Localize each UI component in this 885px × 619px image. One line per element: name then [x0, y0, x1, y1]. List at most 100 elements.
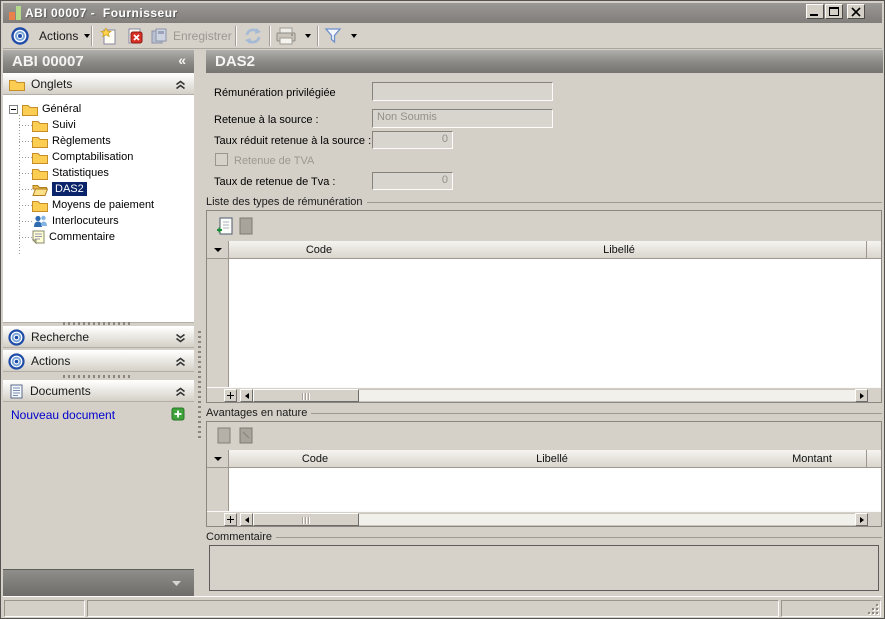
save-icon [150, 27, 168, 45]
column-header-code[interactable]: Code [265, 453, 365, 465]
section-label-actions: Actions [31, 354, 70, 368]
scroll-right-button[interactable] [855, 389, 868, 402]
minimize-button[interactable] [806, 4, 824, 19]
document-icon [10, 384, 23, 399]
add-document-button[interactable] [171, 407, 185, 421]
retenue-source-label: Retenue à la source : [214, 114, 319, 126]
actions-target-icon [11, 27, 29, 45]
scroll-left-button[interactable] [240, 389, 253, 402]
row-selector-column [207, 468, 229, 511]
grid-scroll-strip [207, 387, 881, 402]
tree-item-reglements[interactable]: Règlements [19, 133, 111, 149]
taux-reduit-input: 0 [372, 131, 453, 149]
tree-item-interlocuteurs[interactable]: Interlocuteurs [19, 213, 119, 229]
h-scrollbar-thumb[interactable] [253, 513, 359, 526]
section-header-documents[interactable]: Documents [3, 380, 194, 402]
print-button[interactable] [276, 26, 311, 46]
avantages-group-title: Avantages en nature [206, 407, 307, 419]
add-row-plus-button[interactable] [224, 513, 237, 526]
tree-item-moyens-de-paiement[interactable]: Moyens de paiement [19, 197, 154, 213]
section-header-onglets[interactable]: Onglets [3, 73, 194, 95]
row-selector-header[interactable] [207, 241, 229, 259]
scroll-left-button[interactable] [240, 513, 253, 526]
tree-item-das2[interactable]: DAS2 [19, 181, 87, 197]
tree-expander-icon[interactable] [9, 105, 18, 114]
section-header-actions[interactable]: Actions [3, 350, 194, 372]
delete-record-icon [126, 27, 144, 46]
splitter-handle[interactable] [63, 322, 133, 325]
filter-icon [324, 27, 342, 45]
retenue-source-input: Non Soumis [372, 109, 553, 128]
splitter-handle[interactable] [63, 375, 133, 378]
sidebar-overflow-bar[interactable] [3, 569, 194, 596]
toolbar-separator [91, 26, 93, 46]
section-header-recherche[interactable]: Recherche [3, 326, 194, 348]
collapse-sidebar-button[interactable]: « [178, 52, 186, 68]
tree-item-comptabilisation[interactable]: Comptabilisation [19, 149, 133, 165]
target-icon [8, 353, 25, 370]
maximize-button[interactable] [825, 4, 843, 19]
grid-scroll-strip [207, 511, 881, 526]
row-selector-header[interactable] [207, 450, 229, 468]
retenue-tva-checkbox [215, 153, 228, 166]
add-row-plus-button[interactable] [224, 389, 237, 402]
filter-button[interactable] [324, 26, 357, 46]
print-dropdown-icon[interactable] [305, 34, 311, 38]
delete-row-button-disabled [238, 427, 253, 445]
section-label-documents: Documents [30, 384, 91, 398]
status-cell-middle [87, 600, 779, 617]
add-row-button[interactable] [216, 217, 233, 236]
grid-header-row: Code Libellé Montant [229, 450, 866, 468]
folder-icon [9, 78, 25, 91]
close-button[interactable] [847, 4, 865, 19]
app-icon [8, 6, 22, 20]
delete-row-button [238, 217, 253, 236]
group-rule [311, 413, 882, 414]
save-label: Enregistrer [173, 29, 232, 43]
status-cell-left [4, 600, 85, 617]
tree-item-suivi[interactable]: Suivi [19, 117, 76, 133]
tree-item-label: Général [42, 103, 81, 115]
new-record-button[interactable] [98, 26, 120, 46]
save-button: Enregistrer [146, 26, 236, 46]
grid-body [229, 259, 881, 387]
onglets-tree: Général Suivi Règlements Comptabilisatio… [3, 95, 194, 323]
tree-item-label: Interlocuteurs [52, 215, 119, 227]
taux-reduit-label: Taux réduit retenue à la source : [214, 135, 371, 147]
tree-item-commentaire[interactable]: Commentaire [19, 229, 115, 245]
commentaire-group-title: Commentaire [206, 531, 272, 543]
retenue-tva-label: Retenue de TVA [234, 155, 314, 167]
grid-header-filler [866, 450, 881, 468]
chevron-up-double-icon [175, 357, 186, 367]
section-label-recherche: Recherche [31, 330, 89, 344]
column-header-libelle[interactable]: Libellé [502, 453, 602, 465]
people-icon [32, 214, 48, 228]
column-header-libelle[interactable]: Libellé [559, 244, 679, 256]
tree-item-statistiques[interactable]: Statistiques [19, 165, 109, 181]
printer-icon [276, 27, 296, 45]
column-header-montant[interactable]: Montant [762, 453, 862, 465]
folder-icon [22, 103, 38, 116]
note-icon [32, 230, 45, 244]
selector-dropdown-icon [214, 248, 222, 252]
remuneration-group-title: Liste des types de rémunération [206, 196, 363, 208]
h-scrollbar-thumb[interactable] [253, 389, 359, 402]
sidebar-panel-title: ABI 00007 [12, 53, 84, 70]
resize-grip[interactable] [866, 602, 878, 614]
column-header-code[interactable]: Code [269, 244, 369, 256]
row-selector-column [207, 259, 229, 387]
folder-icon [32, 199, 48, 212]
main-panel: DAS2 Rémunération privilégiée Retenue à … [206, 50, 883, 596]
chevron-up-double-icon [175, 387, 186, 397]
scroll-right-button[interactable] [855, 513, 868, 526]
delete-record-button[interactable] [124, 26, 146, 46]
folder-icon [32, 151, 48, 164]
actions-menu-button[interactable]: Actions [33, 26, 96, 46]
new-document-link[interactable]: Nouveau document [11, 408, 115, 422]
tree-item-label: Commentaire [49, 231, 115, 243]
folder-icon [32, 167, 48, 180]
section-label-onglets: Onglets [31, 77, 72, 91]
group-rule [276, 537, 882, 538]
panel-splitter-handle[interactable] [198, 331, 201, 441]
filter-dropdown-icon[interactable] [351, 34, 357, 38]
